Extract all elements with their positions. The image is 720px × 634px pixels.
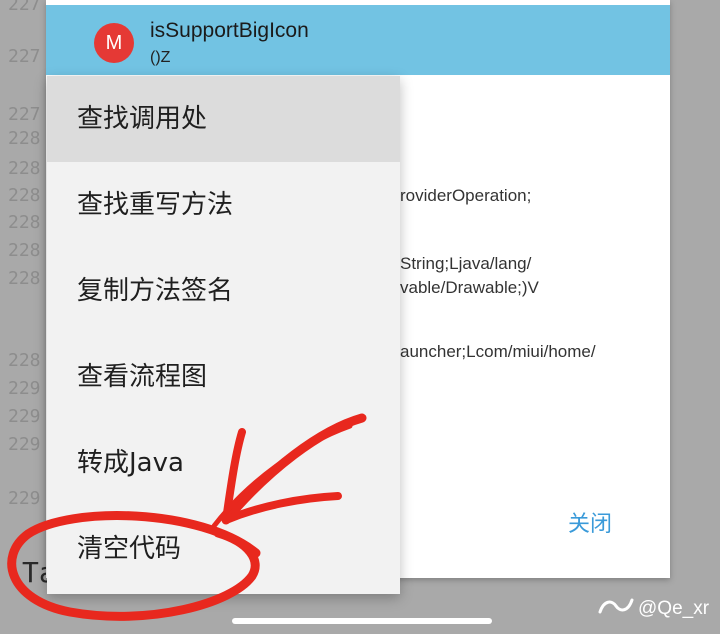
line-number: 229 bbox=[8, 378, 41, 399]
home-indicator[interactable] bbox=[232, 618, 492, 624]
line-number: 228 bbox=[8, 240, 41, 261]
line-number: 229 bbox=[8, 406, 41, 427]
menu-item-convert-java[interactable]: 转成Java bbox=[47, 420, 400, 506]
line-number: 227 bbox=[8, 0, 41, 15]
method-name: isSupportBigIcon bbox=[150, 19, 309, 42]
code-line: String;Ljava/lang/ bbox=[400, 254, 532, 273]
method-signature: ()Z bbox=[150, 49, 171, 66]
watermark-text: @Qe_xr bbox=[638, 598, 710, 620]
line-number: 229 bbox=[8, 434, 41, 455]
close-button[interactable]: 关闭 bbox=[568, 506, 612, 538]
line-number: 228 bbox=[8, 268, 41, 289]
platform-logo-icon bbox=[598, 596, 634, 622]
menu-item-find-usages[interactable]: 查找调用处 bbox=[47, 76, 400, 162]
code-line: auncher;Lcom/miui/home/ bbox=[400, 342, 596, 361]
context-menu: 查找调用处 查找重写方法 复制方法签名 查看流程图 转成Java 清空代码 bbox=[47, 76, 400, 594]
menu-item-find-overrides[interactable]: 查找重写方法 bbox=[47, 162, 400, 248]
line-number: 228 bbox=[8, 128, 41, 149]
line-number: 227 bbox=[8, 46, 41, 67]
dialog-header: M isSupportBigIcon ()Z bbox=[46, 5, 670, 75]
menu-item-clear-code[interactable]: 清空代码 bbox=[47, 506, 400, 592]
line-number: 228 bbox=[8, 212, 41, 233]
line-number: 227 bbox=[8, 104, 41, 125]
code-line: roviderOperation; bbox=[400, 186, 532, 205]
watermark: @Qe_xr bbox=[598, 596, 709, 622]
menu-item-view-flowchart[interactable]: 查看流程图 bbox=[47, 334, 400, 420]
line-number: 228 bbox=[8, 185, 41, 206]
line-number: 228 bbox=[8, 158, 41, 179]
menu-item-copy-signature[interactable]: 复制方法签名 bbox=[47, 248, 400, 334]
code-line: vable/Drawable;)V bbox=[400, 278, 539, 297]
line-number: 228 bbox=[8, 350, 41, 371]
line-number: 229 bbox=[8, 488, 41, 509]
method-avatar: M bbox=[94, 23, 134, 63]
